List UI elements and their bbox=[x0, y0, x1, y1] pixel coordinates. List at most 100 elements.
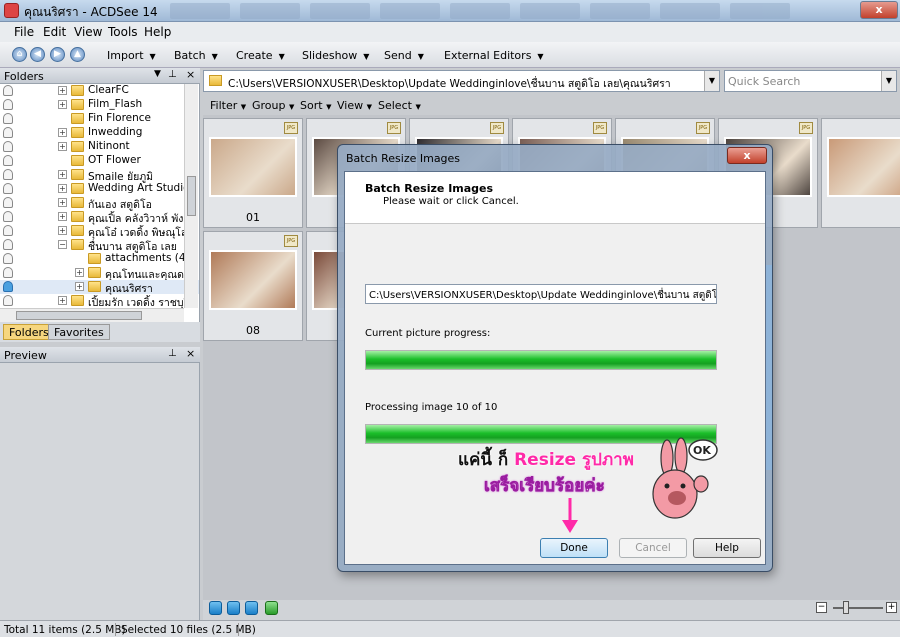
tree-expander-icon[interactable]: − bbox=[58, 240, 67, 249]
tree-expander-icon[interactable]: + bbox=[58, 212, 67, 221]
photo-status-icon[interactable] bbox=[3, 113, 13, 124]
pin-icon[interactable]: ⊥ bbox=[168, 348, 177, 359]
select-menu[interactable]: Select ▼ bbox=[378, 99, 421, 112]
thumbnail-cell[interactable]: JPG 01 bbox=[203, 118, 303, 228]
tree-expander-icon[interactable]: + bbox=[58, 86, 67, 95]
thumbnail-cell[interactable]: JPG bbox=[821, 118, 900, 228]
slideshow-menu[interactable]: Slideshow ▼ bbox=[302, 49, 369, 62]
tree-expander-icon[interactable]: + bbox=[58, 100, 67, 109]
tree-expander-icon[interactable]: + bbox=[75, 282, 84, 291]
browser-scrollbar-strip[interactable] bbox=[766, 265, 772, 470]
photo-status-icon[interactable] bbox=[3, 239, 13, 250]
back-icon[interactable]: ◀ bbox=[30, 47, 45, 62]
folder-tree-item[interactable]: + ClearFC bbox=[0, 84, 199, 98]
menu-help[interactable]: Help bbox=[144, 25, 171, 39]
import-device-icon[interactable] bbox=[209, 601, 222, 615]
jpg-badge-icon: JPG bbox=[284, 122, 298, 134]
folder-icon bbox=[71, 295, 84, 306]
window-close-button[interactable]: x bbox=[860, 1, 898, 19]
photo-status-icon[interactable] bbox=[3, 99, 13, 110]
photo-status-icon[interactable] bbox=[3, 169, 13, 180]
tree-expander-icon[interactable]: + bbox=[75, 268, 84, 277]
send-menu[interactable]: Send ▼ bbox=[384, 49, 424, 62]
photo-status-icon[interactable] bbox=[3, 295, 13, 306]
folder-tree-item[interactable]: OT Flower bbox=[0, 154, 199, 168]
rotate-right-icon[interactable] bbox=[245, 601, 258, 615]
tab-favorites[interactable]: Favorites bbox=[48, 324, 110, 340]
tab-folders[interactable]: Folders bbox=[3, 324, 55, 340]
zoom-out-icon[interactable]: − bbox=[816, 602, 827, 613]
thumbnail-cell[interactable]: JPG 08 bbox=[203, 231, 303, 341]
tree-expander-icon[interactable]: + bbox=[58, 226, 67, 235]
photo-status-icon[interactable] bbox=[3, 183, 13, 194]
folder-tree-horizontal-scrollbar[interactable] bbox=[0, 308, 184, 322]
path-bar[interactable]: C:\Users\VERSIONXUSER\Desktop\Update Wed… bbox=[203, 70, 720, 92]
rotate-left-icon[interactable] bbox=[227, 601, 240, 615]
folder-tree-item[interactable]: + คุณเปิ้ล คลังวิวาห์ พังงา bbox=[0, 210, 199, 225]
zoom-slider[interactable] bbox=[833, 607, 883, 609]
external-editors-menu[interactable]: External Editors ▼ bbox=[444, 49, 544, 62]
folder-tree-item[interactable]: + เปิ้ยมรัก เวดดิ้ง ราชบุรี bbox=[0, 294, 199, 309]
tree-expander-icon[interactable]: + bbox=[58, 142, 67, 151]
photo-status-icon[interactable] bbox=[3, 281, 13, 292]
create-label: Create bbox=[236, 49, 273, 62]
folder-tree-item[interactable]: + Inwedding bbox=[0, 126, 199, 140]
folder-tree-item[interactable]: + คุณโอ๋ เวดดิ้ง พิษณุโลก bbox=[0, 224, 199, 239]
photo-status-icon[interactable] bbox=[3, 85, 13, 96]
up-icon[interactable]: ▲ bbox=[70, 47, 85, 62]
pin-icon[interactable]: ⊥ bbox=[168, 69, 177, 80]
photo-thumbnail[interactable] bbox=[827, 137, 900, 197]
home-icon[interactable]: ⌂ bbox=[12, 47, 27, 62]
import-menu[interactable]: Import ▼ bbox=[107, 49, 156, 62]
photo-status-icon[interactable] bbox=[3, 127, 13, 138]
photo-thumbnail[interactable] bbox=[209, 250, 297, 310]
folder-tree-item[interactable]: attachments (4) bbox=[0, 252, 199, 266]
photo-status-icon[interactable] bbox=[3, 197, 13, 208]
close-icon[interactable]: × bbox=[186, 68, 195, 81]
photo-thumbnail[interactable] bbox=[209, 137, 297, 197]
folder-tree-item[interactable]: + Film_Flash bbox=[0, 98, 199, 112]
photo-status-icon[interactable] bbox=[3, 155, 13, 166]
folder-tree-item[interactable]: + Smaile ยัยภูมิ bbox=[0, 168, 199, 183]
sort-menu[interactable]: Sort ▼ bbox=[300, 99, 331, 112]
photo-status-icon[interactable] bbox=[3, 267, 13, 278]
folder-tree-item[interactable]: + กันเอง สตูดิโอ bbox=[0, 196, 199, 211]
menu-tools[interactable]: Tools bbox=[108, 25, 138, 39]
folder-tree-item[interactable]: Fin Florence bbox=[0, 112, 199, 126]
menu-view[interactable]: View bbox=[74, 25, 102, 39]
tree-expander-icon[interactable]: + bbox=[58, 128, 67, 137]
view-menu[interactable]: View ▼ bbox=[337, 99, 372, 112]
done-button[interactable]: Done bbox=[540, 538, 608, 558]
close-icon[interactable]: × bbox=[186, 347, 195, 360]
dialog-close-button[interactable]: x bbox=[727, 147, 767, 164]
help-button[interactable]: Help bbox=[693, 538, 761, 558]
photo-status-icon[interactable] bbox=[3, 211, 13, 222]
photo-status-icon[interactable] bbox=[3, 253, 13, 264]
zoom-in-icon[interactable]: + bbox=[886, 602, 897, 613]
path-dropdown-arrow-icon[interactable]: ▼ bbox=[704, 71, 719, 91]
folder-tree-item[interactable]: + Wedding Art Studio bbox=[0, 182, 199, 196]
filter-menu[interactable]: Filter ▼ bbox=[210, 99, 246, 112]
zoom-slider-thumb[interactable] bbox=[843, 601, 849, 614]
batch-menu[interactable]: Batch ▼ bbox=[174, 49, 218, 62]
forward-icon[interactable]: ▶ bbox=[50, 47, 65, 62]
folder-tree-item[interactable]: + คุณนริศรา bbox=[0, 280, 199, 295]
quick-search-input[interactable]: Quick Search ▼ bbox=[724, 70, 897, 92]
photo-status-icon[interactable] bbox=[3, 225, 13, 236]
menu-file[interactable]: File bbox=[14, 25, 34, 39]
group-menu[interactable]: Group ▼ bbox=[252, 99, 294, 112]
folder-tree-item[interactable]: + Nitinont bbox=[0, 140, 199, 154]
tree-expander-icon[interactable]: + bbox=[58, 170, 67, 179]
photo-status-icon[interactable] bbox=[3, 141, 13, 152]
folder-tree-item[interactable]: − ชื่นบาน สตูดิโอ เลย bbox=[0, 238, 199, 253]
tree-expander-icon[interactable]: + bbox=[58, 296, 67, 305]
tree-expander-icon[interactable]: + bbox=[58, 184, 67, 193]
menu-edit[interactable]: Edit bbox=[43, 25, 66, 39]
tree-expander-icon[interactable]: + bbox=[58, 198, 67, 207]
search-dropdown-arrow-icon[interactable]: ▼ bbox=[881, 71, 896, 91]
panel-menu-arrow-icon[interactable]: ▼ bbox=[154, 69, 161, 79]
display-icon[interactable] bbox=[265, 601, 278, 615]
folder-tree-item[interactable]: + คุณโทนและคุณดาร bbox=[0, 266, 199, 281]
folder-tree-vertical-scrollbar[interactable] bbox=[184, 84, 198, 308]
create-menu[interactable]: Create ▼ bbox=[236, 49, 285, 62]
